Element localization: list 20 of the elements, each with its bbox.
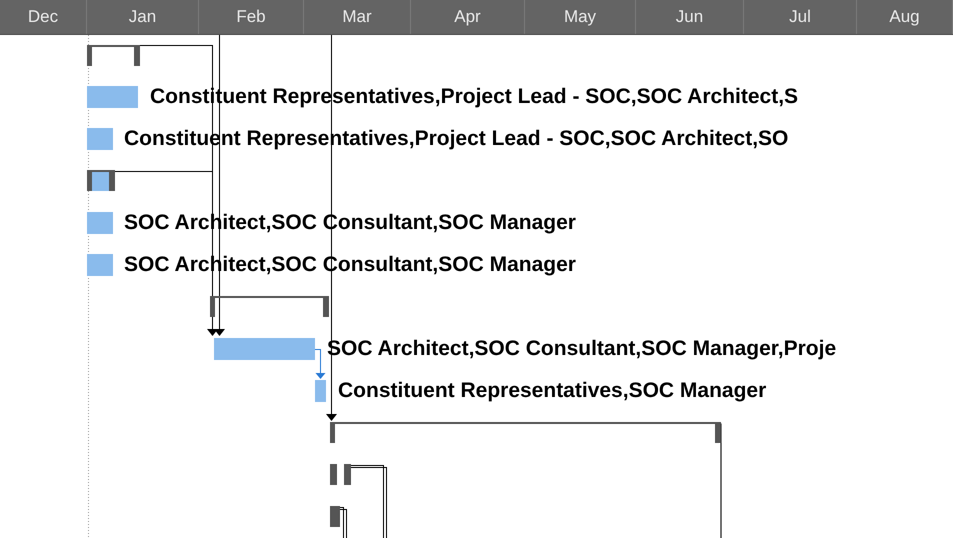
month-label: Jul <box>744 0 857 34</box>
month-label: Jun <box>636 0 744 34</box>
summary-bar <box>87 170 115 191</box>
task-segment <box>330 506 340 527</box>
month-label: May <box>525 0 636 34</box>
task-segments <box>330 464 351 485</box>
dependency-line <box>340 507 347 538</box>
month-label: Aug <box>857 0 953 34</box>
summary-bar <box>87 45 140 66</box>
month-label: Mar <box>304 0 411 34</box>
resource-label: Constituent Representatives,SOC Manager <box>338 378 766 404</box>
month-label: Jan <box>87 0 199 34</box>
task-bar <box>87 86 138 108</box>
month-label: Apr <box>411 0 525 34</box>
month-label: Dec <box>0 0 87 34</box>
task-bar <box>87 212 113 234</box>
task-bar <box>87 254 113 276</box>
task-bar <box>87 128 113 150</box>
month-label: Feb <box>199 0 304 34</box>
task-bar <box>315 380 326 402</box>
